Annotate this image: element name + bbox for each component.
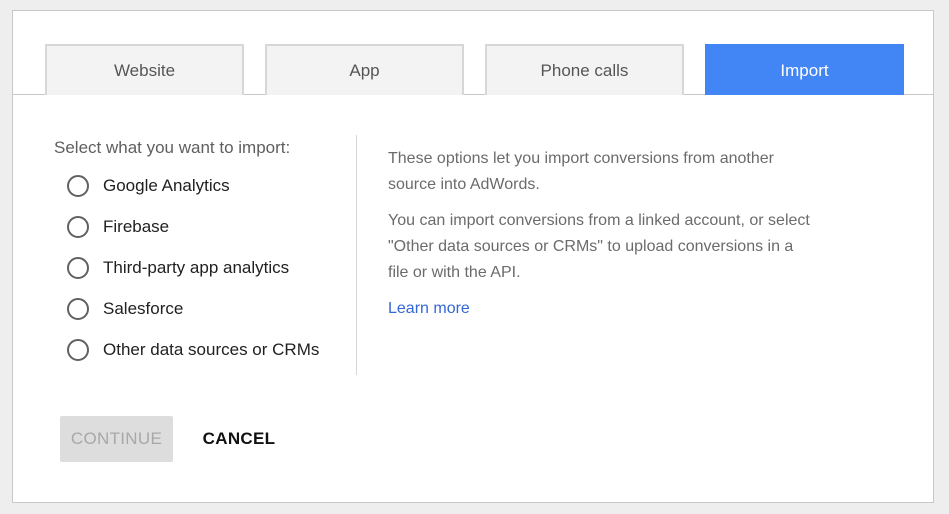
cancel-button[interactable]: CANCEL <box>193 416 285 462</box>
tab-website-label: Website <box>113 60 176 80</box>
option-label: Salesforce <box>103 299 184 318</box>
tab-phone-calls-label: Phone calls <box>540 60 629 80</box>
continue-button[interactable]: CONTINUE <box>60 416 173 462</box>
radio-button[interactable] <box>67 339 89 361</box>
learn-more-link[interactable]: Learn more <box>388 296 470 322</box>
info-paragraph-2: You can import conversions from a linked… <box>388 212 810 281</box>
option-label: Google Analytics <box>103 176 230 195</box>
option-firebase[interactable]: Firebase <box>67 214 169 240</box>
option-label: Other data sources or CRMs <box>103 340 320 359</box>
radio-button[interactable] <box>67 216 89 238</box>
option-salesforce[interactable]: Salesforce <box>67 296 183 322</box>
conversion-source-dialog: Website App Phone calls Import Select wh… <box>12 10 934 503</box>
option-label: Firebase <box>103 217 170 236</box>
tab-app-label: App <box>349 60 380 80</box>
radio-button[interactable] <box>67 175 89 197</box>
radio-button[interactable] <box>67 298 89 320</box>
import-options-panel: Select what you want to import: Google A… <box>54 136 354 361</box>
option-third-party-app-analytics[interactable]: Third-party app analytics <box>67 255 289 281</box>
option-label: Third-party app analytics <box>103 258 290 277</box>
info-paragraph-1: These options let you import conversions… <box>388 150 774 193</box>
source-tabs: Website App Phone calls Import <box>13 11 933 95</box>
option-other-data-sources[interactable]: Other data sources or CRMs <box>67 337 319 363</box>
tab-phone-calls[interactable]: Phone calls <box>485 44 684 95</box>
radio-button[interactable] <box>67 257 89 279</box>
import-prompt: Select what you want to import: <box>54 138 291 157</box>
import-info-panel: These options let you import conversions… <box>388 146 818 322</box>
option-google-analytics[interactable]: Google Analytics <box>67 173 230 199</box>
tab-website[interactable]: Website <box>45 44 244 95</box>
tab-import[interactable]: Import <box>705 44 904 95</box>
tab-import-label: Import <box>780 60 829 80</box>
tab-app[interactable]: App <box>265 44 464 95</box>
column-divider <box>356 135 357 375</box>
